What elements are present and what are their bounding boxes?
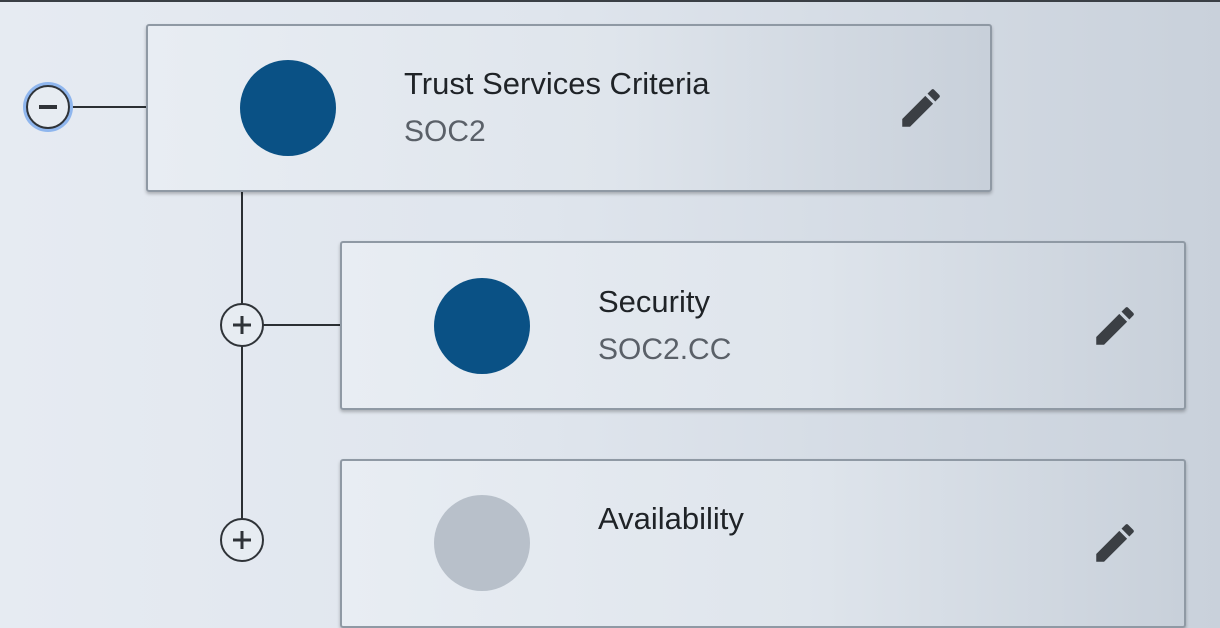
pencil-icon [1096,307,1134,345]
node-text: Trust Services Criteria SOC2 [404,64,709,152]
minus-circle-icon [39,105,57,109]
edit-button[interactable] [1087,298,1143,354]
edit-button[interactable] [1087,515,1143,571]
node-code: SOC2.CC [598,333,732,366]
tree-trunk-line [241,190,243,530]
node-title: Trust Services Criteria [404,66,710,101]
status-dot [240,60,336,156]
node-title: Availability [598,501,744,536]
status-dot [434,278,530,374]
node-title: Security [598,284,710,319]
tree-connector-root [68,106,148,108]
plus-circle-icon [233,531,251,549]
plus-circle-icon [233,316,251,334]
pencil-icon [902,89,940,127]
tree-connector-security [262,324,342,326]
status-dot [434,495,530,591]
tree-node-card-root[interactable]: Trust Services Criteria SOC2 [146,24,992,192]
node-code: SOC2 [404,115,486,148]
pencil-icon [1096,524,1134,562]
node-text: Availability [598,499,744,539]
edit-button[interactable] [893,80,949,136]
tree-node-card-availability[interactable]: Availability [340,459,1186,628]
expand-toggle-button[interactable] [220,303,264,347]
expand-toggle-button[interactable] [220,518,264,562]
collapse-toggle-button[interactable] [26,85,70,129]
node-text: Security SOC2.CC [598,282,731,370]
tree-node-card-security[interactable]: Security SOC2.CC [340,241,1186,410]
window-top-edge [0,0,1220,2]
